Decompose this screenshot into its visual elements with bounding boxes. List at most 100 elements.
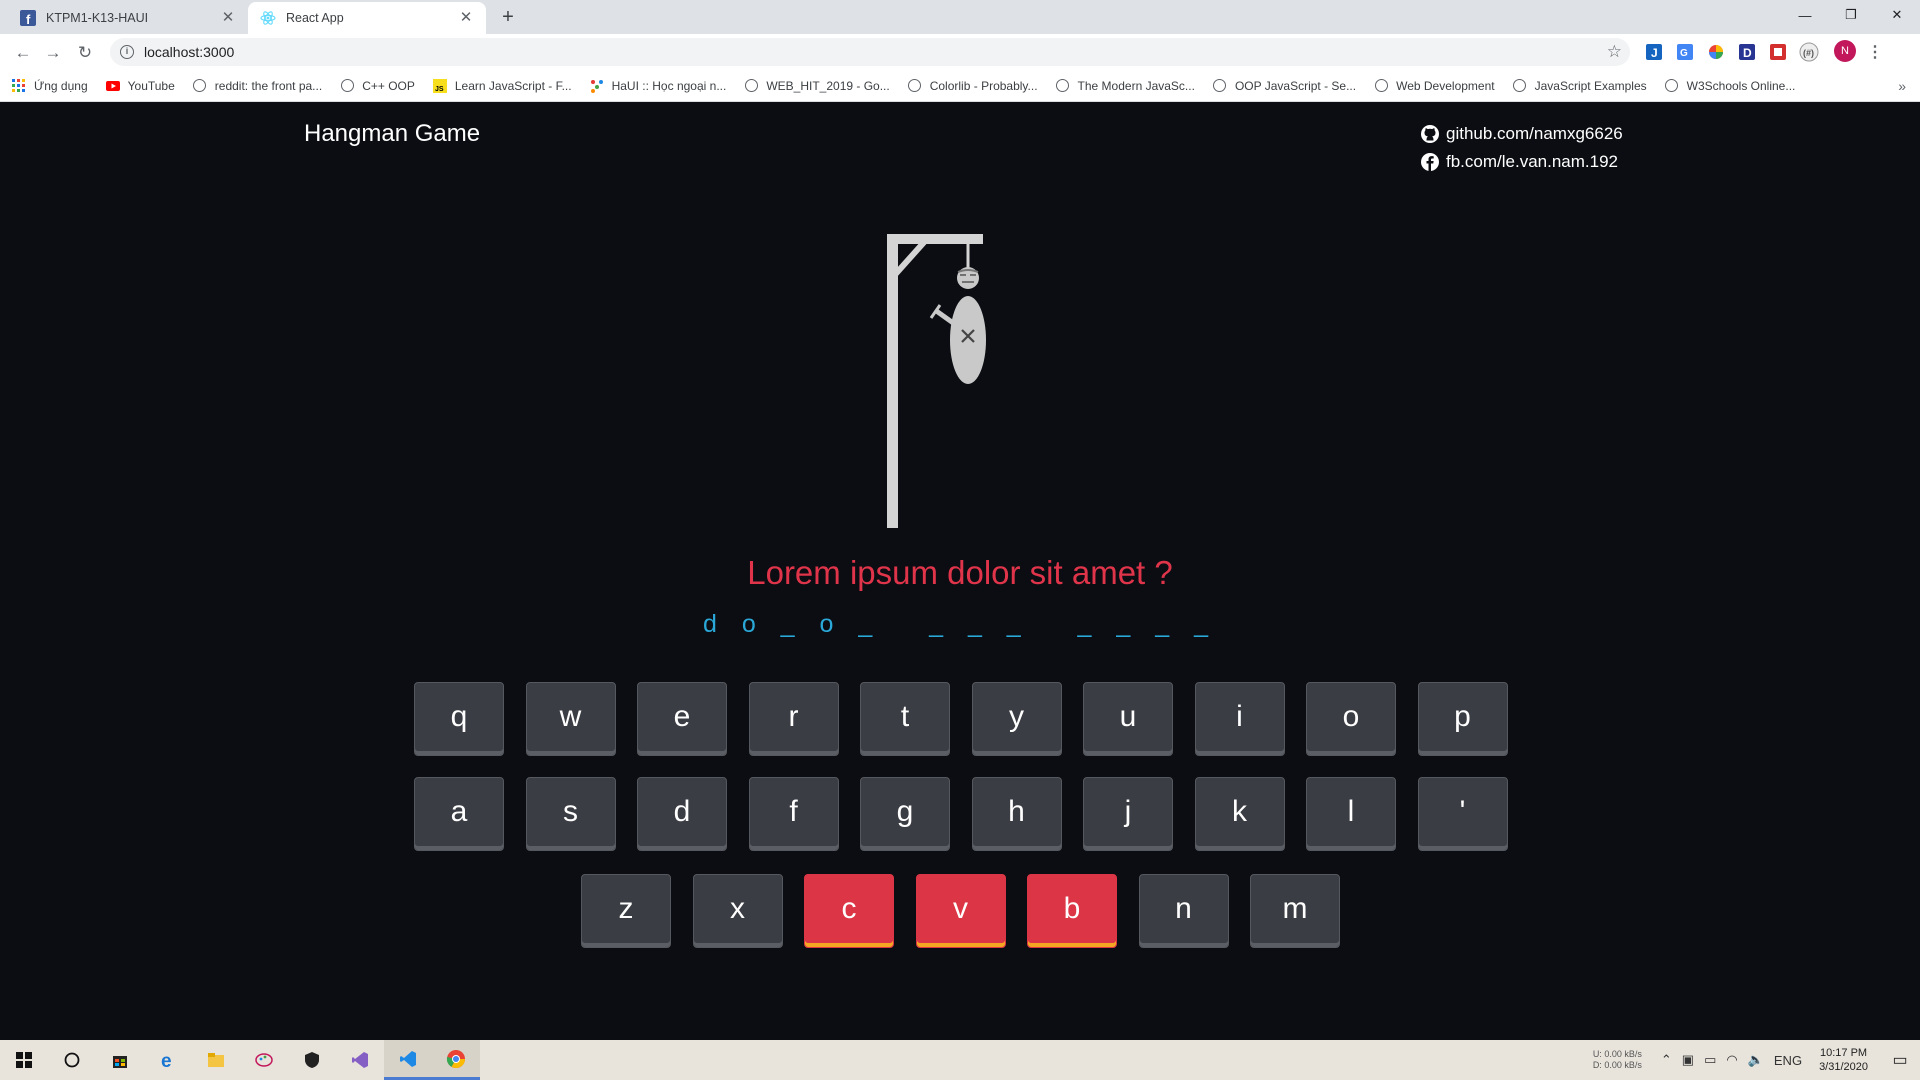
chevron-up-icon[interactable]: ⌃ [1661, 1052, 1672, 1068]
key-r[interactable]: r [748, 682, 839, 756]
store-icon[interactable] [96, 1040, 144, 1080]
bookmark-w3schools[interactable]: W3Schools Online... [1665, 79, 1795, 93]
bookmark-learn-js[interactable]: JS Learn JavaScript - F... [432, 78, 572, 93]
key-d[interactable]: d [637, 777, 727, 851]
bookmark-js-examples[interactable]: JavaScript Examples [1513, 79, 1647, 93]
key-h[interactable]: h [971, 777, 1062, 851]
key-l[interactable]: l [1306, 777, 1396, 851]
key-z[interactable]: z [581, 874, 671, 948]
chrome-icon[interactable] [432, 1040, 480, 1080]
wifi-icon[interactable]: ◠ [1726, 1052, 1737, 1068]
svg-text:J: J [1651, 46, 1658, 60]
minimize-button[interactable]: — [1782, 0, 1828, 30]
extension-bracket-icon[interactable]: (#) [1797, 40, 1821, 64]
key-m[interactable]: m [1250, 874, 1340, 948]
menu-kebab-icon[interactable]: ⋮ [1863, 40, 1887, 64]
github-link[interactable]: github.com/namxg6626 [1420, 120, 1623, 148]
address-bar[interactable]: i localhost:3000 ☆ [110, 38, 1630, 66]
restore-button[interactable]: ❐ [1828, 0, 1874, 30]
vscode-icon[interactable] [384, 1040, 432, 1080]
bookmark-cpp-oop[interactable]: C++ OOP [340, 79, 415, 93]
profile-avatar[interactable]: N [1834, 40, 1856, 62]
bookmark-web-hit[interactable]: WEB_HIT_2019 - Go... [744, 79, 890, 93]
color-picker-icon[interactable] [1704, 40, 1728, 64]
key-o[interactable]: o [1306, 682, 1396, 756]
key-u[interactable]: u [1083, 682, 1173, 756]
key-n[interactable]: n [1138, 874, 1229, 948]
site-info-icon[interactable]: i [120, 45, 134, 59]
facebook-link-text[interactable]: fb.com/le.van.nam.192 [1446, 152, 1618, 172]
browser-tab-react-app[interactable]: React App ✕ [248, 2, 486, 34]
globe-icon [908, 79, 922, 93]
battery-icon[interactable]: ▭ [1704, 1052, 1716, 1068]
network-speed: U: 0.00 kB/s D: 0.00 kB/s [1593, 1049, 1642, 1071]
extension-red-icon[interactable] [1766, 40, 1790, 64]
search-circle-icon[interactable] [48, 1040, 96, 1080]
bookmarks-bar: Ứng dụng YouTube reddit: the front pa...… [0, 70, 1920, 102]
browser-tab-facebook[interactable]: f KTPM1-K13-HAUI ✕ [8, 2, 248, 34]
clock[interactable]: 10:17 PM 3/31/2020 [1819, 1046, 1868, 1074]
bookmark-web-dev[interactable]: Web Development [1374, 79, 1495, 93]
bookmark-youtube[interactable]: YouTube [105, 79, 175, 93]
extension-j-icon[interactable]: J [1642, 40, 1666, 64]
key-b-wrong[interactable]: b [1027, 874, 1117, 948]
key-p[interactable]: p [1417, 682, 1508, 756]
bookmark-apps[interactable]: Ứng dụng [12, 78, 88, 93]
bookmark-star-icon[interactable]: ☆ [1607, 42, 1622, 62]
bookmark-reddit[interactable]: reddit: the front pa... [193, 79, 322, 93]
key-j[interactable]: j [1083, 777, 1173, 851]
key-apostrophe[interactable]: ' [1417, 777, 1508, 851]
windows-start-icon[interactable] [0, 1040, 48, 1080]
bookmark-label: Web Development [1396, 78, 1495, 93]
translate-icon[interactable]: G [1673, 40, 1697, 64]
extension-d-icon[interactable]: D [1735, 40, 1759, 64]
reload-icon[interactable]: ↻ [74, 42, 96, 64]
paint-icon[interactable] [240, 1040, 288, 1080]
key-i[interactable]: i [1194, 682, 1285, 756]
key-w[interactable]: w [525, 682, 616, 756]
key-y[interactable]: y [971, 682, 1062, 756]
github-link-text[interactable]: github.com/namxg6626 [1446, 124, 1623, 144]
globe-icon [1056, 79, 1070, 93]
bookmarks-overflow-icon[interactable]: » [1898, 78, 1906, 94]
key-x[interactable]: x [692, 874, 783, 948]
svg-text:JS: JS [435, 86, 444, 93]
key-q[interactable]: q [414, 682, 504, 756]
back-arrow-icon[interactable]: ← [12, 42, 34, 64]
new-tab-button[interactable]: + [498, 7, 518, 27]
key-a[interactable]: a [414, 777, 504, 851]
app-title[interactable]: Hangman Game [304, 120, 480, 148]
key-e[interactable]: e [637, 682, 727, 756]
key-g[interactable]: g [860, 777, 950, 851]
notifications-icon[interactable]: ▭ [1880, 1050, 1920, 1070]
bookmark-modern-js[interactable]: The Modern JavaSc... [1056, 79, 1195, 93]
edge-icon[interactable]: e [144, 1040, 192, 1080]
key-v-wrong[interactable]: v [915, 874, 1006, 948]
language-indicator[interactable]: ENG [1774, 1053, 1802, 1068]
key-t[interactable]: t [860, 682, 950, 756]
key-s[interactable]: s [525, 777, 616, 851]
key-f[interactable]: f [748, 777, 839, 851]
key-c-wrong[interactable]: c [804, 874, 894, 948]
forward-arrow-icon[interactable]: → [42, 42, 64, 64]
url-text[interactable]: localhost:3000 [144, 44, 234, 60]
tab-title: React App [286, 11, 344, 25]
facebook-icon: f [20, 10, 36, 26]
bookmark-oop-js[interactable]: OOP JavaScript - Se... [1213, 79, 1356, 93]
bookmark-label: OOP JavaScript - Se... [1234, 78, 1357, 93]
github-icon [1421, 125, 1439, 143]
security-shield-icon[interactable] [288, 1040, 336, 1080]
bookmark-colorlib[interactable]: Colorlib - Probably... [908, 79, 1038, 93]
visual-studio-icon[interactable] [336, 1040, 384, 1080]
bookmark-haui[interactable]: HaUI :: Học ngoại n... [590, 79, 726, 93]
svg-text:(#): (#) [1803, 48, 1814, 58]
tray-app-icon[interactable]: ▣ [1682, 1052, 1694, 1068]
volume-icon[interactable]: 🔈 [1748, 1052, 1764, 1068]
key-k[interactable]: k [1194, 777, 1285, 851]
close-tab-icon[interactable]: ✕ [220, 10, 236, 26]
hangman-drawing [887, 234, 986, 528]
close-tab-icon[interactable]: ✕ [458, 10, 474, 26]
file-explorer-icon[interactable] [192, 1040, 240, 1080]
facebook-link[interactable]: fb.com/le.van.nam.192 [1420, 148, 1623, 176]
close-window-button[interactable]: ✕ [1874, 0, 1920, 30]
